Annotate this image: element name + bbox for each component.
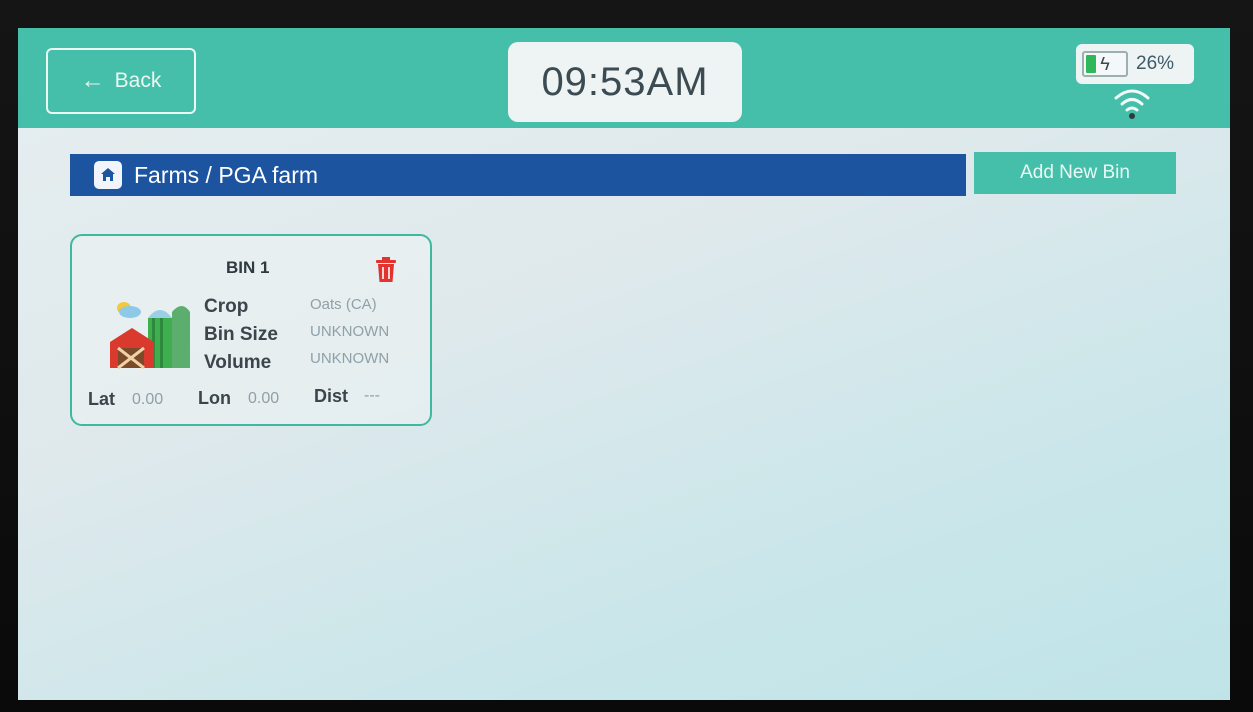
bin-title: BIN 1 xyxy=(226,258,270,277)
breadcrumb-path: Farms / PGA farm xyxy=(134,161,319,188)
bin-size-value: UNKNOWN xyxy=(310,323,390,340)
top-bar: ← Back 09:53AM ϟ 26% xyxy=(18,28,1230,128)
battery-icon: ϟ xyxy=(1082,51,1128,77)
clock-display: 09:53AM xyxy=(508,42,742,122)
battery-indicator: ϟ 26% xyxy=(1076,44,1194,84)
back-label: Back xyxy=(114,69,162,92)
home-icon[interactable] xyxy=(94,161,122,189)
add-new-bin-button[interactable]: Add New Bin xyxy=(974,152,1176,194)
lat-value: 0.00 xyxy=(132,391,164,408)
volume-value: UNKNOWN xyxy=(310,350,390,367)
lon-value: 0.00 xyxy=(248,390,280,407)
dist-label: Dist xyxy=(314,386,349,406)
trash-icon[interactable] xyxy=(374,256,398,284)
bin-size-label: Bin Size xyxy=(204,324,278,345)
volume-label: Volume xyxy=(204,352,272,373)
back-button[interactable]: ← Back xyxy=(46,48,196,114)
lat-label: Lat xyxy=(88,389,115,409)
crop-value: Oats (CA) xyxy=(310,296,377,313)
charging-bolt-icon: ϟ xyxy=(1100,54,1110,74)
lon-label: Lon xyxy=(198,388,231,408)
dist-value: --- xyxy=(364,387,380,404)
crop-label: Crop xyxy=(204,296,249,317)
breadcrumb: Farms / PGA farm xyxy=(70,154,966,196)
battery-percent: 26% xyxy=(1136,53,1175,74)
farm-barn-silo-icon xyxy=(110,302,190,370)
bin-card[interactable]: BIN 1 Crop Oats (CA) Bin Size UNKNOWN Vo… xyxy=(70,234,432,426)
screen: ← Back 09:53AM ϟ 26% Farms / PGA farm Ad… xyxy=(18,28,1230,700)
wifi-icon xyxy=(1114,89,1150,119)
arrow-left-icon: ← xyxy=(80,67,105,94)
